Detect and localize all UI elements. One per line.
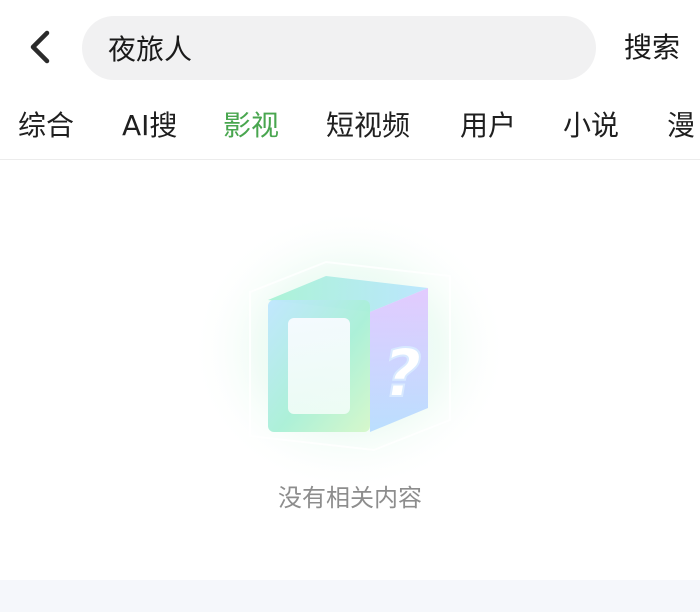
tab-film-tv[interactable]: 影视 bbox=[223, 104, 279, 148]
back-button[interactable] bbox=[18, 24, 62, 70]
empty-message: 没有相关内容 bbox=[278, 484, 422, 512]
question-box-icon: ? bbox=[190, 208, 510, 490]
search-results-page: 搜索 综合 AI搜 影视 短视频 用户 小说 漫 bbox=[0, 0, 700, 612]
search-input[interactable] bbox=[108, 31, 568, 65]
chevron-left-icon bbox=[30, 30, 50, 64]
tab-comprehensive[interactable]: 综合 bbox=[18, 104, 74, 148]
top-bar: 搜索 bbox=[0, 0, 700, 96]
tab-ai-search[interactable]: AI搜 bbox=[122, 104, 177, 148]
tabs-divider bbox=[0, 159, 700, 160]
tab-users[interactable]: 用户 bbox=[460, 104, 516, 148]
category-tabs: 综合 AI搜 影视 短视频 用户 小说 漫 bbox=[0, 96, 700, 158]
tab-novels[interactable]: 小说 bbox=[563, 104, 619, 148]
search-box[interactable] bbox=[82, 16, 596, 80]
bottom-strip bbox=[0, 580, 700, 612]
tab-comics[interactable]: 漫 bbox=[667, 104, 695, 148]
tab-short-video[interactable]: 短视频 bbox=[326, 104, 410, 148]
search-button[interactable]: 搜索 bbox=[624, 26, 680, 70]
